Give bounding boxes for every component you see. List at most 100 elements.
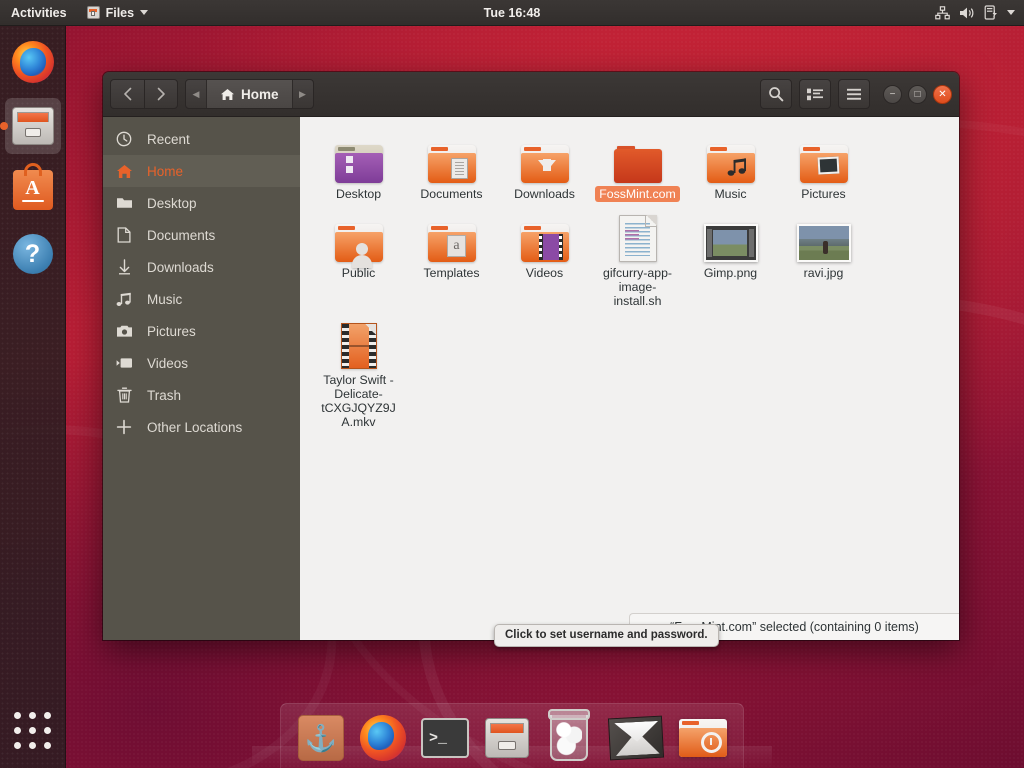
launcher-item-firefox[interactable] (5, 34, 61, 90)
sidebar-item-trash[interactable]: Trash (103, 379, 300, 411)
desktop-screen: Activities Files Tue 16:48 A ? ◀ Home ▶ … (0, 0, 1024, 768)
file-item[interactable]: Public (312, 208, 405, 315)
close-button[interactable]: ✕ (933, 84, 952, 104)
ubuntu-software-icon: A (12, 163, 53, 210)
script-file-icon (618, 215, 657, 262)
bottom-dock: ⚓ >_ (280, 703, 744, 768)
maximize-button[interactable]: □ (908, 84, 927, 104)
file-item[interactable]: ravi.jpg (777, 208, 870, 315)
dock-item-firefox[interactable] (357, 712, 409, 764)
folder-documents-icon (427, 145, 476, 183)
file-label: Documents (420, 187, 483, 201)
files-window: ◀ Home ▶ − □ ✕ Recent Home Desktop Docum… (103, 72, 959, 640)
launcher-item-ubuntu-software[interactable]: A (5, 162, 61, 218)
view-toggle-button[interactable] (799, 79, 831, 109)
search-icon (769, 87, 784, 102)
sidebar-label: Documents (147, 227, 216, 243)
breadcrumb-item-home[interactable]: Home (206, 80, 293, 108)
sidebar-label: Desktop (147, 195, 197, 211)
sidebar-item-home[interactable]: Home (103, 155, 300, 187)
file-view[interactable]: Desktop Documents Downloads FossMint.com… (300, 117, 959, 640)
show-applications-button[interactable] (13, 710, 53, 750)
launcher-item-files[interactable] (4, 98, 61, 154)
file-label: Music (714, 187, 747, 201)
document-icon (115, 227, 133, 243)
places-sidebar: Recent Home Desktop Documents Downloads … (103, 117, 300, 640)
sidebar-label: Downloads (147, 259, 214, 275)
file-label: ravi.jpg (803, 266, 844, 280)
menu-button[interactable] (838, 79, 870, 109)
video-icon (115, 357, 133, 369)
file-label: Gimp.png (703, 266, 758, 280)
firefox-icon (11, 41, 54, 83)
sidebar-item-recent[interactable]: Recent (103, 123, 300, 155)
video-file-icon (340, 323, 377, 369)
navigation-buttons (110, 79, 178, 109)
app-menu-button[interactable]: Files (77, 0, 159, 25)
sidebar-item-other-locations[interactable]: Other Locations (103, 411, 300, 443)
files-icon (86, 6, 100, 19)
file-item[interactable]: Documents (405, 129, 498, 208)
file-item[interactable]: Pictures (777, 129, 870, 208)
file-item-selected[interactable]: FossMint.com (591, 129, 684, 208)
home-icon (115, 164, 133, 179)
sidebar-label: Music (147, 291, 183, 307)
activities-label: Activities (11, 5, 67, 20)
folder-templates-icon: a (427, 224, 476, 262)
minimize-button[interactable]: − (883, 84, 902, 104)
breadcrumb-next-icon[interactable]: ▶ (293, 80, 313, 108)
folder-videos-icon (520, 224, 569, 262)
battery-icon[interactable] (984, 5, 998, 20)
file-label: gifcurry-app-image-install.sh (602, 266, 673, 308)
sidebar-item-music[interactable]: Music (103, 283, 300, 315)
sidebar-item-documents[interactable]: Documents (103, 219, 300, 251)
top-bar: Activities Files Tue 16:48 (0, 0, 1024, 26)
dock-item-plank[interactable]: ⚓ (295, 712, 347, 764)
dock-item-trash[interactable] (543, 709, 595, 764)
sidebar-label: Recent (147, 131, 190, 147)
file-item[interactable]: Taylor Swift - Delicate-tCXGJQYZ9JA.mkv (312, 315, 405, 436)
dock-item-files[interactable] (481, 712, 533, 764)
backups-folder-icon (679, 719, 727, 757)
view-list-icon (807, 88, 823, 100)
dock-item-terminal[interactable]: >_ (419, 712, 471, 764)
back-button[interactable] (110, 79, 144, 109)
forward-button[interactable] (144, 79, 178, 109)
hamburger-menu-icon (847, 88, 861, 100)
sidebar-item-pictures[interactable]: Pictures (103, 315, 300, 347)
system-menu-chevron-icon[interactable] (1007, 10, 1015, 15)
breadcrumb-prev-icon[interactable]: ◀ (186, 80, 206, 108)
file-item[interactable]: Gimp.png (684, 208, 777, 315)
files-icon (11, 107, 54, 145)
tooltip: Click to set username and password. (494, 624, 719, 647)
sidebar-item-videos[interactable]: Videos (103, 347, 300, 379)
network-icon[interactable] (935, 5, 950, 20)
file-item[interactable]: Downloads (498, 129, 591, 208)
help-icon: ? (12, 234, 53, 274)
file-item[interactable]: Videos (498, 208, 591, 315)
trash-icon (548, 709, 590, 761)
file-label: Templates (423, 266, 480, 280)
file-item[interactable]: Music (684, 129, 777, 208)
sidebar-label: Pictures (147, 323, 196, 339)
clock-icon (115, 131, 133, 147)
volume-icon[interactable] (959, 6, 975, 20)
sidebar-label: Trash (147, 387, 182, 403)
sidebar-item-desktop[interactable]: Desktop (103, 187, 300, 219)
dock-item-mail[interactable] (605, 712, 667, 764)
sidebar-label: Other Locations (147, 419, 243, 435)
file-item[interactable]: a Templates (405, 208, 498, 315)
file-label: Desktop (335, 187, 382, 201)
file-item[interactable]: gifcurry-app-image-install.sh (591, 208, 684, 315)
dock-item-backups[interactable] (677, 712, 729, 764)
folder-pictures-icon (799, 145, 848, 183)
software-letter: A (25, 176, 40, 199)
activities-button[interactable]: Activities (0, 0, 77, 25)
file-item[interactable]: Desktop (312, 129, 405, 208)
folder-public-icon (334, 224, 383, 268)
sidebar-item-downloads[interactable]: Downloads (103, 251, 300, 283)
firefox-icon (360, 715, 406, 761)
launcher-item-help[interactable]: ? (5, 226, 61, 282)
search-button[interactable] (760, 79, 792, 109)
breadcrumb-label: Home (241, 86, 279, 102)
